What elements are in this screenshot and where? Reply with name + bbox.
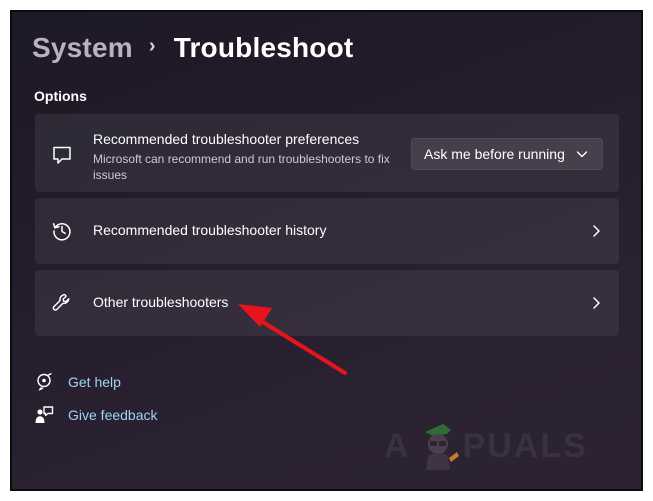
- red-arrow-icon: [238, 304, 347, 375]
- settings-window: System › Troubleshoot Options Recommende…: [10, 10, 643, 491]
